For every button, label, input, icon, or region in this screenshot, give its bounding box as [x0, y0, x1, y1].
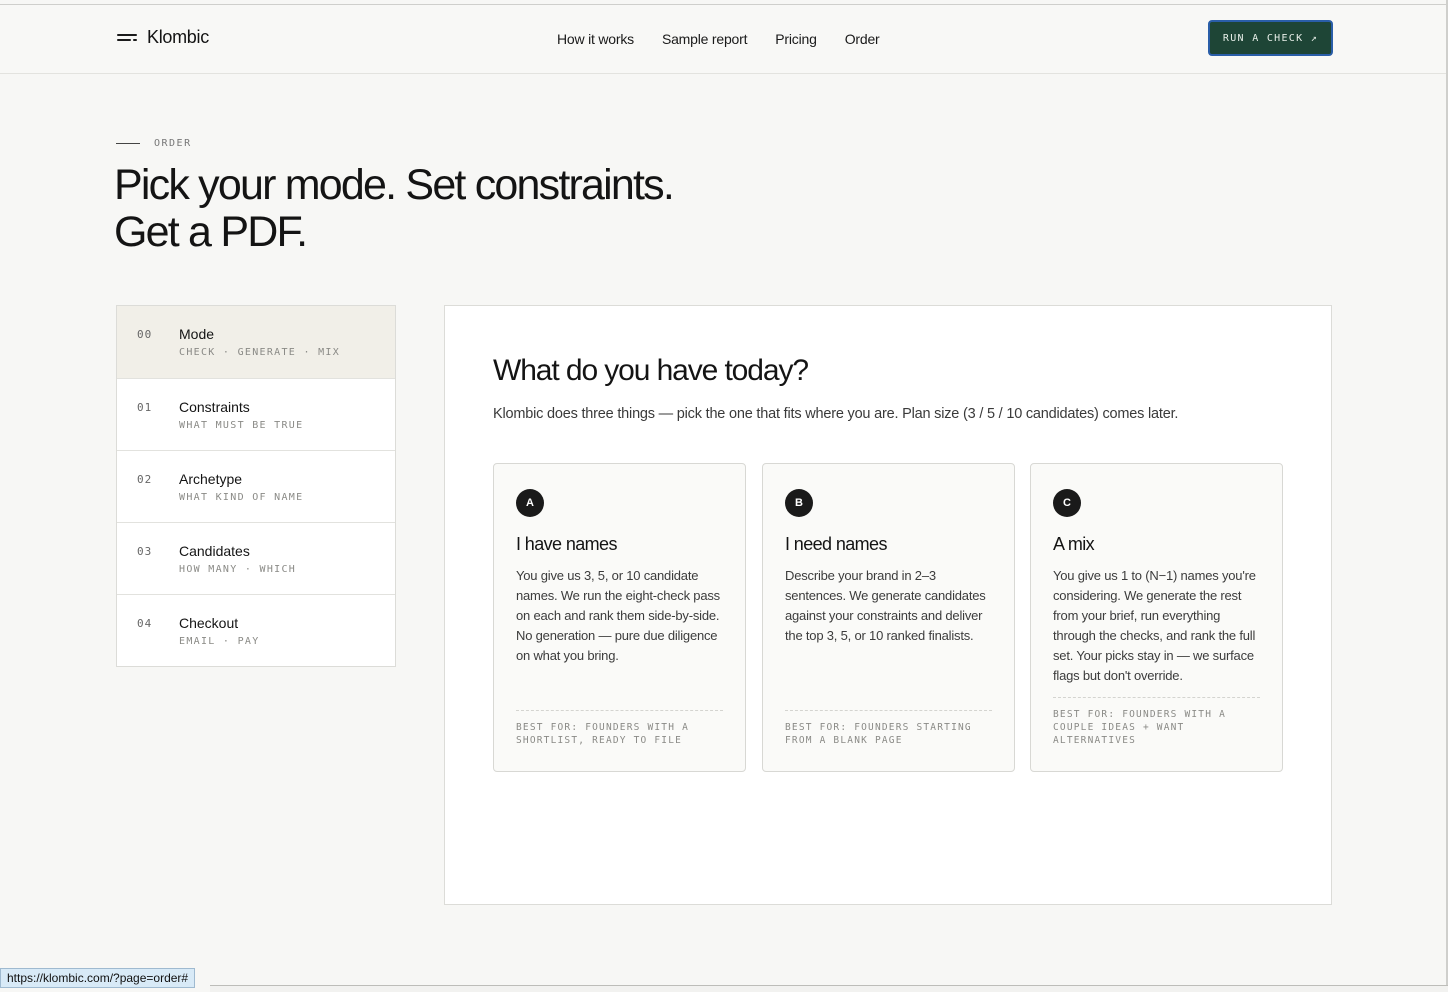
nav-how-it-works[interactable]: How it works: [557, 31, 634, 47]
card-badge: A: [516, 489, 544, 517]
card-best-for: BEST FOR: FOUNDERS STARTING FROM A BLANK…: [785, 722, 972, 746]
step-subtitle: WHAT MUST BE TRUE: [179, 420, 304, 431]
step-constraints[interactable]: 01 Constraints WHAT MUST BE TRUE: [117, 378, 395, 450]
card-description: Describe your brand in 2–3 sentences. We…: [785, 568, 986, 643]
nav-pricing[interactable]: Pricing: [775, 31, 817, 47]
step-title: Mode: [179, 326, 215, 342]
step-subtitle: EMAIL · PAY: [179, 636, 260, 647]
card-divider: [1053, 697, 1260, 698]
step-subtitle: WHAT KIND OF NAME: [179, 492, 304, 503]
status-bar-url: https://klombic.com/?page=order#: [0, 968, 196, 988]
step-number: 03: [137, 545, 153, 558]
card-badge: C: [1053, 489, 1081, 517]
step-title: Checkout: [179, 615, 239, 631]
step-title: Archetype: [179, 471, 243, 487]
page-title: Pick your mode. Set constraints. Get a P…: [114, 162, 814, 256]
brand-logo[interactable]: Klombic: [117, 27, 209, 48]
card-description: You give us 1 to (N−1) names you're cons…: [1053, 568, 1256, 683]
step-title: Candidates: [179, 543, 250, 559]
card-description: You give us 3, 5, or 10 candidate names.…: [516, 568, 720, 663]
step-number: 04: [137, 617, 153, 630]
nav-order[interactable]: Order: [845, 31, 880, 47]
step-number: 00: [137, 328, 153, 341]
panel-lead: Klombic does three things — pick the one…: [493, 406, 1179, 422]
step-checkout[interactable]: 04 Checkout EMAIL · PAY: [117, 594, 395, 666]
card-badge: B: [785, 489, 813, 517]
step-subtitle: HOW MANY · WHICH: [179, 564, 297, 575]
nav-sample-report[interactable]: Sample report: [662, 31, 748, 47]
step-archetype[interactable]: 02 Archetype WHAT KIND OF NAME: [117, 450, 395, 522]
step-number: 02: [137, 473, 153, 486]
page-title-line-1: Pick your mode. Set constraints.: [114, 161, 675, 209]
section-eyebrow: ORDER: [116, 138, 192, 149]
eyebrow-label: ORDER: [154, 138, 192, 149]
card-best-for: BEST FOR: FOUNDERS WITH A SHORTLIST, REA…: [516, 722, 689, 746]
panel-title: What do you have today?: [493, 354, 809, 387]
step-number: 01: [137, 401, 153, 414]
card-title: A mix: [1053, 534, 1095, 554]
card-title: I need names: [785, 534, 887, 554]
step-subtitle: CHECK · GENERATE · MIX: [179, 347, 341, 358]
main-nav: How it works Sample report Pricing Order: [557, 31, 880, 47]
logo-mark-icon: [117, 32, 137, 44]
eyebrow-rule: [116, 143, 140, 144]
card-divider: [516, 710, 723, 711]
card-title: I have names: [516, 534, 617, 554]
brand-name: Klombic: [147, 27, 209, 47]
card-best-for: BEST FOR: FOUNDERS WITH A COUPLE IDEAS +…: [1053, 709, 1226, 746]
order-steps: 00 Mode CHECK · GENERATE · MIX 01 Constr…: [116, 305, 396, 667]
site-header: Klombic How it works Sample report Prici…: [0, 4, 1446, 74]
mode-card-mix[interactable]: C A mix You give us 1 to (N−1) names you…: [1030, 463, 1283, 772]
mode-panel: What do you have today? Klombic does thr…: [444, 305, 1332, 905]
mode-card-need-names[interactable]: B I need names Describe your brand in 2–…: [762, 463, 1015, 772]
page-title-line-2: Get a PDF.: [114, 208, 308, 256]
mode-card-have-names[interactable]: A I have names You give us 3, 5, or 10 c…: [493, 463, 746, 772]
step-mode[interactable]: 00 Mode CHECK · GENERATE · MIX: [117, 306, 395, 378]
step-title: Constraints: [179, 399, 250, 415]
card-divider: [785, 710, 992, 711]
run-a-check-button[interactable]: RUN A CHECK ↗: [1208, 20, 1333, 56]
step-candidates[interactable]: 03 Candidates HOW MANY · WHICH: [117, 522, 395, 594]
